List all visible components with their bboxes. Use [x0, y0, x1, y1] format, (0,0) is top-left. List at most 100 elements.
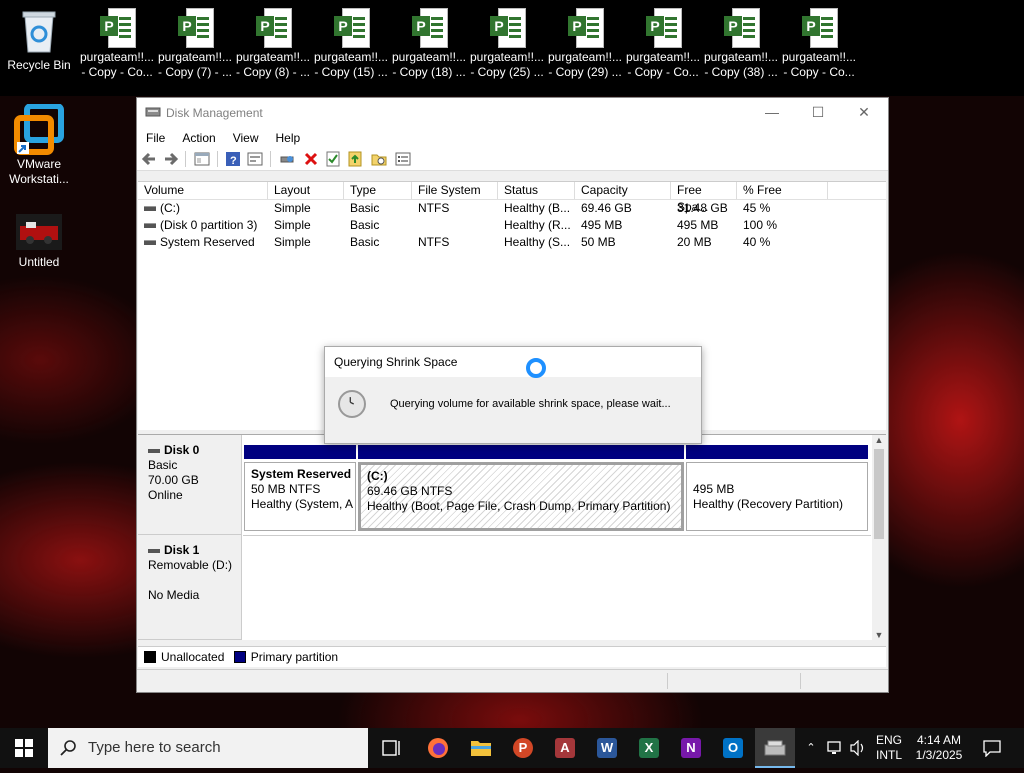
untitled-image-icon	[16, 214, 62, 250]
vmware-shortcut[interactable]: VMware Workstati...	[0, 104, 78, 187]
outlook-taskbar-button[interactable]: O	[713, 728, 753, 768]
partition-c-selected[interactable]: (C:) 69.46 GB NTFS Healthy (Boot, Page F…	[358, 462, 684, 531]
untitled-label: Untitled	[18, 255, 60, 269]
network-icon[interactable]	[826, 740, 844, 756]
scroll-down-icon[interactable]: ▼	[872, 630, 886, 640]
table-row[interactable]: (C:) Simple Basic NTFS Healthy (B... 69.46 GB…	[138, 200, 886, 217]
toolbar-separator	[185, 151, 186, 167]
column-header-percent-free[interactable]: % Free	[737, 182, 828, 199]
disk-0-name: Disk 0	[164, 443, 200, 457]
status-bar	[137, 669, 888, 692]
word-taskbar-button[interactable]: W	[587, 728, 627, 768]
minimize-button[interactable]: —	[749, 98, 795, 128]
project-file-shortcut[interactable]: Ppurgateam!!... - Copy (18) ...	[390, 2, 468, 80]
dialog-title[interactable]: Querying Shrink Space	[325, 347, 701, 377]
cell-percent-free: 100 %	[743, 218, 778, 232]
start-button[interactable]	[0, 728, 48, 768]
volume-icon[interactable]	[849, 740, 867, 756]
console-view-icon[interactable]	[194, 151, 210, 167]
project-file-shortcut[interactable]: Ppurgateam!!... - Copy (8) - ...	[234, 2, 312, 80]
firefox-taskbar-button[interactable]	[418, 728, 458, 768]
table-row[interactable]: System Reserved Simple Basic NTFS Healthy (S…	[138, 234, 886, 251]
project-file-shortcut[interactable]: Ppurgateam!!... - Copy - Co...	[780, 2, 858, 80]
partition-status: Healthy (Recovery Partition)	[693, 497, 844, 511]
volume-icon	[144, 223, 156, 229]
disk-map-scrollbar[interactable]: ▲ ▼	[872, 435, 886, 640]
disk-1-state: No Media	[148, 588, 200, 602]
delete-icon[interactable]	[303, 151, 319, 167]
project-file-shortcut[interactable]: Ppurgateam!!... - Copy (25) ...	[468, 2, 546, 80]
disk-1-label[interactable]: Disk 1 Removable (D:) No Media	[138, 535, 242, 640]
toolbar-separator	[217, 151, 218, 167]
connect-icon[interactable]	[279, 151, 295, 167]
scrollbar-thumb[interactable]	[874, 449, 884, 539]
disk-management-taskbar-button[interactable]	[755, 728, 795, 768]
disk-icon	[148, 448, 160, 453]
search-box[interactable]: Type here to search	[48, 728, 368, 768]
project-file-shortcut[interactable]: Ppurgateam!!... - Copy (29) ...	[546, 2, 624, 80]
column-header-file-system[interactable]: File System	[412, 182, 498, 199]
maximize-button[interactable]: ☐	[795, 98, 841, 128]
file-explorer-taskbar-button[interactable]	[461, 728, 501, 768]
column-header-status[interactable]: Status	[498, 182, 575, 199]
project-file-shortcut[interactable]: Ppurgateam!!... - Copy (15) ...	[312, 2, 390, 80]
show-hidden-icons-button[interactable]: ⌃	[800, 728, 822, 768]
column-header-volume[interactable]: Volume	[138, 182, 268, 199]
recycle-bin-shortcut[interactable]: Recycle Bin	[0, 6, 78, 73]
clock[interactable]: 4:14 AM 1/3/2025	[908, 728, 970, 773]
cell-free-space: 495 MB	[677, 218, 719, 232]
excel-taskbar-button[interactable]: X	[629, 728, 669, 768]
language-code: ENG	[875, 733, 902, 747]
project-file-shortcut[interactable]: Ppurgateam!!... - Copy - Co...	[78, 2, 156, 80]
untitled-shortcut[interactable]: Untitled	[0, 214, 78, 270]
task-view-button[interactable]	[372, 728, 412, 768]
onenote-taskbar-button[interactable]: N	[671, 728, 711, 768]
access-taskbar-button[interactable]: A	[545, 728, 585, 768]
help-icon[interactable]: ?	[225, 151, 241, 167]
search-folder-icon[interactable]	[371, 151, 387, 167]
back-arrow-icon[interactable]	[141, 151, 157, 167]
outlook-icon: O	[723, 738, 743, 758]
file-name-line1: purgateam!!...	[703, 50, 779, 64]
project-file-shortcut[interactable]: Ppurgateam!!... - Copy (7) - ...	[156, 2, 234, 80]
powerpoint-taskbar-button[interactable]: P	[503, 728, 543, 768]
close-button[interactable]: ✕	[841, 98, 887, 128]
file-name-line2: - Copy - Co...	[783, 65, 855, 79]
column-header-layout[interactable]: Layout	[268, 182, 344, 199]
partition-recovery[interactable]: 495 MB Healthy (Recovery Partition)	[686, 462, 868, 531]
scroll-up-icon[interactable]: ▲	[872, 435, 886, 445]
recycle-bin-label: Recycle Bin	[7, 58, 71, 72]
forward-arrow-icon[interactable]	[163, 151, 179, 167]
search-icon	[60, 740, 76, 756]
disk-icon	[148, 548, 160, 553]
list-view-icon[interactable]	[395, 151, 411, 167]
project-file-shortcut[interactable]: Ppurgateam!!... - Copy (38) ...	[702, 2, 780, 80]
column-header-free-space[interactable]: Free Spa...	[671, 182, 737, 214]
menu-action[interactable]: Action	[173, 128, 223, 145]
column-header-capacity[interactable]: Capacity	[575, 182, 671, 199]
disk-0-label[interactable]: Disk 0 Basic 70.00 GB Online	[138, 435, 242, 535]
partition-bar-system-reserved	[244, 445, 356, 459]
querying-shrink-space-dialog: Querying Shrink Space Querying volume fo…	[324, 346, 702, 444]
title-bar[interactable]: Disk Management — ☐ ✕	[137, 98, 888, 128]
legend-primary-partition: Primary partition	[250, 650, 339, 664]
check-disk-icon[interactable]	[325, 151, 341, 167]
properties-icon[interactable]	[247, 151, 263, 167]
language-indicator[interactable]: ENG INTL	[872, 728, 906, 773]
menu-help[interactable]: Help	[267, 128, 309, 145]
column-header-type[interactable]: Type	[344, 182, 412, 199]
notifications-icon[interactable]	[982, 739, 1002, 757]
menu-view[interactable]: View	[224, 128, 267, 145]
import-icon[interactable]	[347, 151, 363, 167]
table-row[interactable]: (Disk 0 partition 3) Simple Basic Healthy (…	[138, 217, 886, 234]
volume-name: (C:)	[160, 201, 180, 215]
project-file-icon: P	[178, 8, 214, 48]
partition-size: 495 MB	[693, 482, 735, 496]
menu-file[interactable]: File	[137, 128, 173, 145]
cell-free-space: 20 MB	[677, 235, 712, 249]
file-name-line2: - Copy (8) - ...	[235, 65, 310, 79]
partition-status: Healthy (System, A	[251, 497, 354, 511]
partition-system-reserved[interactable]: System Reserved 50 MB NTFS Healthy (Syst…	[244, 462, 356, 531]
status-divider	[800, 673, 801, 689]
project-file-shortcut[interactable]: Ppurgateam!!... - Copy - Co...	[624, 2, 702, 80]
